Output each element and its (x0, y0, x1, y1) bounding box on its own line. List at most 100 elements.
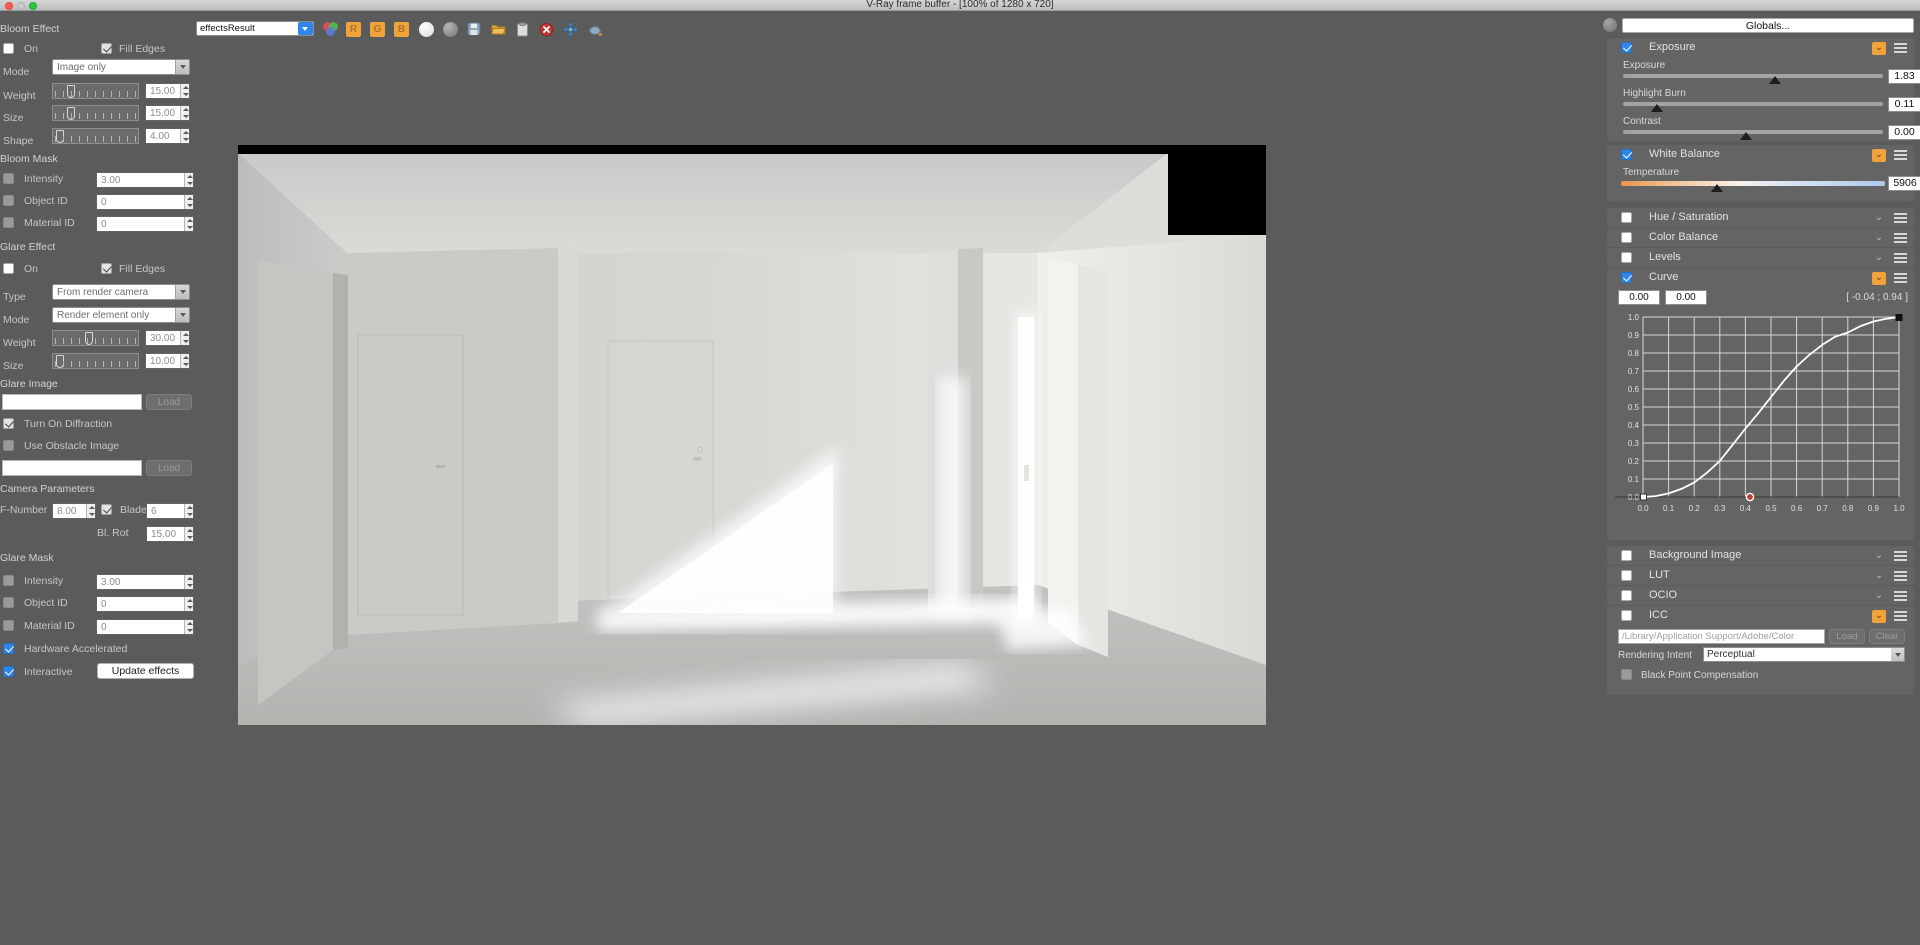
background-image-section[interactable]: Background Image ⌄ (1607, 546, 1914, 565)
glare-mask-objectid-field[interactable]: 0 (96, 596, 194, 612)
chevron-collapse-icon[interactable]: ⌄ (1872, 42, 1886, 55)
curve-enable-checkbox[interactable] (1621, 272, 1632, 283)
menu-hamburger-icon[interactable] (1894, 43, 1907, 54)
copy-clipboard-icon[interactable] (515, 22, 530, 37)
chevron-down-icon[interactable] (175, 285, 189, 299)
glare-mask-materialid-checkbox[interactable] (3, 620, 14, 631)
glare-weight-slider[interactable] (52, 330, 139, 346)
chevron-collapse-icon[interactable]: ⌄ (1872, 149, 1886, 162)
highlight-burn-value[interactable]: 0.11 (1888, 97, 1920, 112)
stepper-icon[interactable] (86, 504, 95, 518)
lut-header[interactable]: LUT ⌄ (1607, 566, 1914, 586)
menu-hamburger-icon[interactable] (1894, 551, 1907, 562)
tone-curve-graph[interactable]: 1.0 0.9 0.8 0.7 0.6 0.5 0.4 0.3 0.2 0.1 … (1615, 311, 1907, 531)
color-balance-enable-checkbox[interactable] (1621, 232, 1632, 243)
glare-weight-field[interactable]: 30.00 (145, 330, 190, 346)
menu-hamburger-icon[interactable] (1894, 611, 1907, 622)
alpha-white-icon[interactable] (419, 22, 434, 37)
hardware-accelerated-checkbox[interactable] (3, 643, 14, 654)
stepper-icon[interactable] (180, 129, 189, 143)
icc-enable-checkbox[interactable] (1621, 610, 1632, 621)
rendered-image[interactable] (238, 145, 1266, 725)
chevron-expand-icon[interactable]: ⌄ (1872, 590, 1886, 603)
menu-hamburger-icon[interactable] (1894, 591, 1907, 602)
green-channel-icon[interactable]: G (370, 22, 385, 37)
background-image-header[interactable]: Background Image ⌄ (1607, 546, 1914, 566)
highlight-burn-slider[interactable] (1623, 102, 1883, 112)
exposure-enable-checkbox[interactable] (1621, 42, 1632, 53)
stepper-icon[interactable] (180, 354, 189, 368)
glare-mode-select[interactable]: Render element only (52, 307, 190, 323)
chevron-collapse-icon[interactable]: ⌄ (1872, 272, 1886, 285)
lut-section[interactable]: LUT ⌄ (1607, 566, 1914, 585)
obstacle-image-load-button[interactable]: Load (146, 460, 192, 476)
chevron-down-icon[interactable] (175, 308, 189, 322)
pan-move-icon[interactable] (563, 22, 578, 37)
obstacle-image-path-input[interactable] (2, 460, 142, 476)
bloom-mask-materialid-checkbox[interactable] (3, 217, 14, 228)
glare-mask-intensity-field[interactable]: 3.00 (96, 574, 194, 590)
icc-clear-button[interactable]: Clear (1869, 629, 1905, 644)
render-teapot-icon[interactable] (588, 22, 603, 37)
update-effects-button[interactable]: Update effects (97, 663, 194, 679)
red-channel-icon[interactable]: R (346, 22, 361, 37)
f-number-field[interactable]: 8.00 (52, 503, 96, 519)
levels-header[interactable]: Levels ⌄ (1607, 248, 1914, 268)
bloom-mode-select[interactable]: Image only (52, 59, 190, 75)
hue-saturation-section[interactable]: Hue / Saturation ⌄ (1607, 208, 1914, 227)
levels-enable-checkbox[interactable] (1621, 252, 1632, 263)
stepper-icon[interactable] (180, 331, 189, 345)
vfb-status-icon[interactable] (1603, 18, 1617, 32)
blade-field[interactable]: 6 (146, 503, 194, 519)
glare-mask-intensity-checkbox[interactable] (3, 575, 14, 586)
menu-hamburger-icon[interactable] (1894, 571, 1907, 582)
bloom-mask-objectid-field[interactable]: 0 (96, 194, 194, 210)
exposure-header[interactable]: Exposure ⌄ (1607, 38, 1914, 58)
hue-saturation-header[interactable]: Hue / Saturation ⌄ (1607, 208, 1914, 228)
chevron-expand-icon[interactable]: ⌄ (1872, 232, 1886, 245)
white-balance-enable-checkbox[interactable] (1621, 149, 1632, 160)
glare-type-select[interactable]: From render camera (52, 284, 190, 300)
stepper-icon[interactable] (184, 527, 193, 541)
bloom-mask-materialid-field[interactable]: 0 (96, 216, 194, 232)
ocio-section[interactable]: OCIO ⌄ (1607, 586, 1914, 605)
bl-rot-field[interactable]: 15.00 (146, 526, 194, 542)
bloom-mask-intensity-checkbox[interactable] (3, 173, 14, 184)
chevron-expand-icon[interactable]: ⌄ (1872, 252, 1886, 265)
render-channel-select[interactable]: effectsResult (196, 21, 314, 36)
menu-hamburger-icon[interactable] (1894, 253, 1907, 264)
rendering-intent-select[interactable]: Perceptual (1703, 647, 1905, 662)
glare-on-checkbox[interactable] (3, 263, 14, 274)
glare-image-load-button[interactable]: Load (146, 394, 192, 410)
stepper-icon[interactable] (184, 597, 193, 611)
stepper-icon[interactable] (184, 173, 193, 187)
bloom-weight-slider[interactable] (52, 83, 139, 99)
bloom-fill-edges-checkbox[interactable] (101, 43, 112, 54)
menu-hamburger-icon[interactable] (1894, 233, 1907, 244)
blue-channel-icon[interactable]: B (394, 22, 409, 37)
slider-knob-icon[interactable] (1711, 184, 1723, 192)
exposure-value[interactable]: 1.83 (1888, 69, 1920, 84)
stepper-icon[interactable] (184, 195, 193, 209)
globals-button[interactable]: Globals... (1622, 18, 1914, 33)
contrast-slider[interactable] (1623, 130, 1883, 140)
temperature-value[interactable]: 5906 (1888, 176, 1920, 191)
exposure-slider[interactable] (1623, 74, 1883, 84)
stepper-icon[interactable] (180, 106, 189, 120)
chevron-down-icon[interactable] (175, 60, 189, 74)
bloom-mask-intensity-field[interactable]: 3.00 (96, 172, 194, 188)
menu-hamburger-icon[interactable] (1894, 213, 1907, 224)
bloom-mask-objectid-checkbox[interactable] (3, 195, 14, 206)
chevron-down-icon[interactable] (1891, 648, 1904, 661)
glare-fill-edges-checkbox[interactable] (101, 263, 112, 274)
bloom-on-checkbox[interactable] (3, 43, 14, 54)
tone-curve-svg[interactable]: 1.0 0.9 0.8 0.7 0.6 0.5 0.4 0.3 0.2 0.1 … (1615, 311, 1907, 531)
lut-enable-checkbox[interactable] (1621, 570, 1632, 581)
stepper-icon[interactable] (180, 84, 189, 98)
color-balance-header[interactable]: Color Balance ⌄ (1607, 228, 1914, 248)
glare-size-slider[interactable] (52, 353, 139, 369)
chevron-collapse-icon[interactable]: ⌄ (1872, 610, 1886, 623)
white-balance-header[interactable]: White Balance ⌄ (1607, 145, 1914, 165)
contrast-value[interactable]: 0.00 (1888, 125, 1920, 140)
stepper-icon[interactable] (184, 620, 193, 634)
